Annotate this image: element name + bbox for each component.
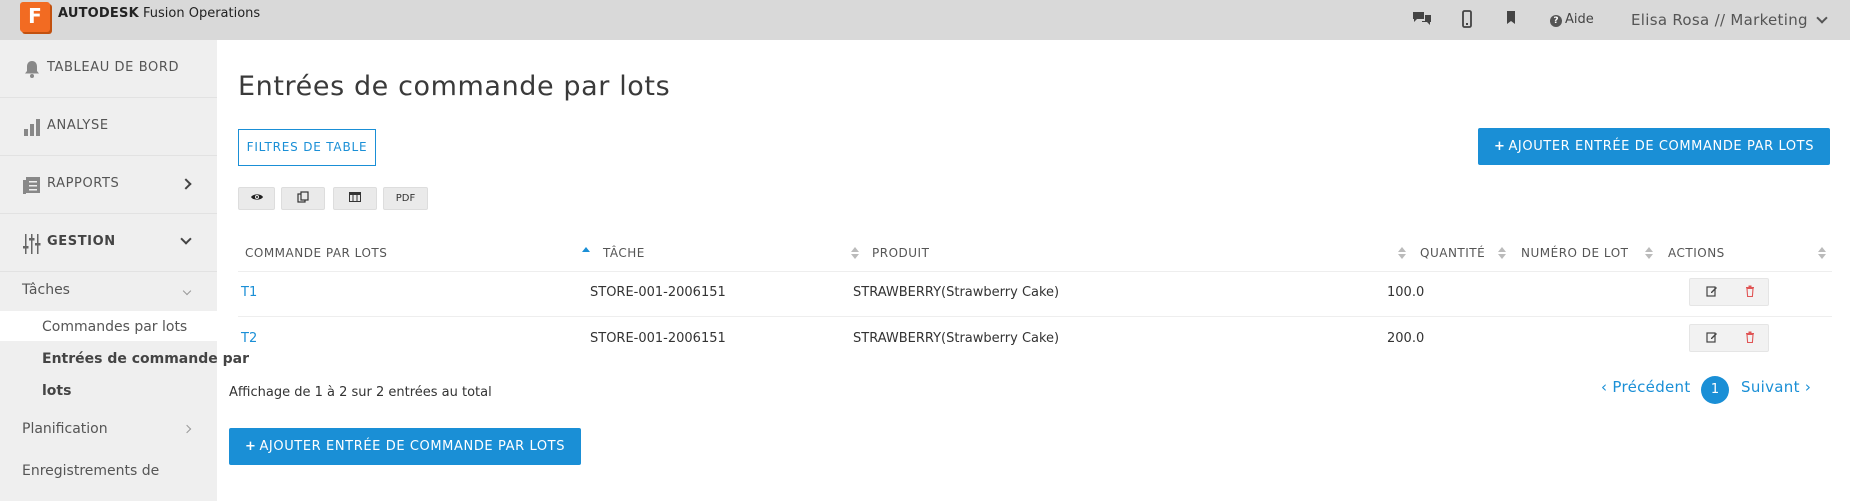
table-cell-commande-link[interactable]: T1 xyxy=(241,285,257,300)
column-header-actions[interactable]: ACTIONS xyxy=(1668,246,1725,260)
table-cell-produit: STRAWBERRY(Strawberry Cake) xyxy=(853,285,1060,300)
chevron-down-icon xyxy=(182,286,192,296)
add-entry-label: AJOUTER ENTRÉE DE COMMANDE PAR LOTS xyxy=(1508,139,1815,154)
help-link[interactable]: ? Aide xyxy=(1550,12,1594,27)
column-header-quantite[interactable]: QUANTITÉ xyxy=(1420,246,1485,260)
chevron-down-icon xyxy=(180,233,192,245)
sort-icon[interactable] xyxy=(1818,245,1826,261)
edit-icon[interactable] xyxy=(1706,331,1718,346)
table-cell-tache: STORE-001-2006151 xyxy=(590,331,726,346)
sidebar-item-tableau-de-bord[interactable]: TABLEAU DE BORD xyxy=(0,40,217,98)
table-cell-commande-link[interactable]: T2 xyxy=(241,331,257,346)
mobile-icon[interactable] xyxy=(1462,10,1472,30)
sidebar-item-label: TABLEAU DE BORD xyxy=(47,60,180,75)
bookmark-icon[interactable] xyxy=(1506,10,1516,30)
plus-icon: + xyxy=(244,439,257,454)
bell-icon xyxy=(22,59,42,79)
help-label: Aide xyxy=(1565,12,1594,27)
table-cell-tache: STORE-001-2006151 xyxy=(590,285,726,300)
edit-icon[interactable] xyxy=(1706,285,1718,300)
column-header-commande[interactable]: COMMANDE PAR LOTS xyxy=(245,246,387,260)
eye-icon xyxy=(250,193,264,204)
fusion-logo[interactable]: F xyxy=(20,2,50,32)
pagination-previous[interactable]: ‹ Précédent xyxy=(1601,378,1691,396)
add-entry-button-top[interactable]: + AJOUTER ENTRÉE DE COMMANDE PAR LOTS xyxy=(1478,128,1830,165)
sidebar-item-planification[interactable]: Planification xyxy=(0,421,217,451)
copy-icon xyxy=(297,191,309,204)
add-entry-label: AJOUTER ENTRÉE DE COMMANDE PAR LOTS xyxy=(259,439,566,454)
sub-menu: Commandes par lots Entrées de commande p… xyxy=(0,311,249,409)
sidebar-item-label: RAPPORTS xyxy=(47,176,120,191)
row-actions xyxy=(1689,278,1769,306)
sidebar-item-label: Planification xyxy=(22,421,108,437)
sidebar-item-analyse[interactable]: ANALYSE xyxy=(0,98,217,156)
row-actions xyxy=(1689,324,1769,352)
sidebar-item-label: Enregistrements de xyxy=(22,463,160,479)
add-entry-button-bottom[interactable]: + AJOUTER ENTRÉE DE COMMANDE PAR LOTS xyxy=(229,428,581,465)
brand-title: AUTODESK Fusion Operations xyxy=(58,6,260,21)
excel-export-button[interactable] xyxy=(333,187,377,210)
sidebar-item-label: Entrées de commande par xyxy=(42,351,249,367)
page-title: Entrées de commande par lots xyxy=(238,71,671,102)
table-info: Affichage de 1 à 2 sur 2 entrées au tota… xyxy=(229,385,492,400)
chevron-right-icon xyxy=(182,424,192,434)
trash-icon[interactable] xyxy=(1745,285,1755,300)
sidebar-item-entrees-active[interactable]: Entrées de commande par lots xyxy=(0,341,249,409)
sidebar-item-label: lots xyxy=(42,383,72,399)
sidebar-item-rapports[interactable]: RAPPORTS xyxy=(0,156,217,214)
copy-button[interactable] xyxy=(281,187,325,210)
sidebar: TABLEAU DE BORD ANALYSE RAPPORTS GESTION… xyxy=(0,40,249,501)
table-cell-produit: STRAWBERRY(Strawberry Cake) xyxy=(853,331,1060,346)
top-bar: F AUTODESK Fusion Operations ? Aide Elisa… xyxy=(0,0,1850,40)
help-icon: ? xyxy=(1550,15,1562,27)
column-header-tache[interactable]: TÂCHE xyxy=(603,246,645,260)
table-cell-quantite: 100.0 xyxy=(1387,285,1425,300)
sidebar-item-label: ANALYSE xyxy=(47,118,109,133)
user-label: Elisa Rosa // Marketing xyxy=(1631,11,1808,29)
sliders-icon xyxy=(22,233,42,254)
sort-icon[interactable] xyxy=(1498,245,1506,261)
sidebar-item-enregistrements[interactable]: Enregistrements de xyxy=(0,463,217,493)
chat-icon[interactable] xyxy=(1411,10,1433,30)
sort-icon[interactable] xyxy=(851,245,859,261)
pagination-next[interactable]: Suivant › xyxy=(1741,378,1811,396)
divider xyxy=(238,316,1832,317)
column-visibility-button[interactable] xyxy=(238,187,275,210)
sidebar-item-label: GESTION xyxy=(47,234,116,249)
sidebar-item-label: Tâches xyxy=(22,282,70,298)
table-cell-quantite: 200.0 xyxy=(1387,331,1425,346)
plus-icon: + xyxy=(1493,139,1506,154)
report-icon xyxy=(22,175,42,195)
table-filters-button[interactable]: FILTRES DE TABLE xyxy=(238,129,376,166)
sidebar-item-commandes-par-lots[interactable]: Commandes par lots xyxy=(42,319,187,335)
pagination-page-1[interactable]: 1 xyxy=(1701,376,1729,404)
column-header-produit[interactable]: PRODUIT xyxy=(872,246,929,260)
chevron-down-icon xyxy=(1816,12,1828,24)
sort-icon[interactable] xyxy=(1645,245,1653,261)
chevron-right-icon xyxy=(180,178,192,190)
bar-chart-icon xyxy=(22,117,42,137)
divider xyxy=(238,271,1832,272)
pdf-export-button[interactable]: PDF xyxy=(383,187,428,210)
column-header-numero-lot[interactable]: NUMÉRO DE LOT xyxy=(1521,246,1628,260)
trash-icon[interactable] xyxy=(1745,331,1755,346)
sidebar-item-taches[interactable]: Tâches xyxy=(0,282,217,312)
sort-icon[interactable] xyxy=(1398,245,1406,261)
sidebar-item-gestion[interactable]: GESTION xyxy=(0,214,217,272)
brand-autodesk: AUTODESK xyxy=(58,6,139,21)
sort-asc-icon[interactable] xyxy=(582,245,590,261)
brand-product: Fusion Operations xyxy=(143,6,261,21)
table-icon xyxy=(349,192,361,204)
user-menu[interactable]: Elisa Rosa // Marketing xyxy=(1631,11,1828,29)
